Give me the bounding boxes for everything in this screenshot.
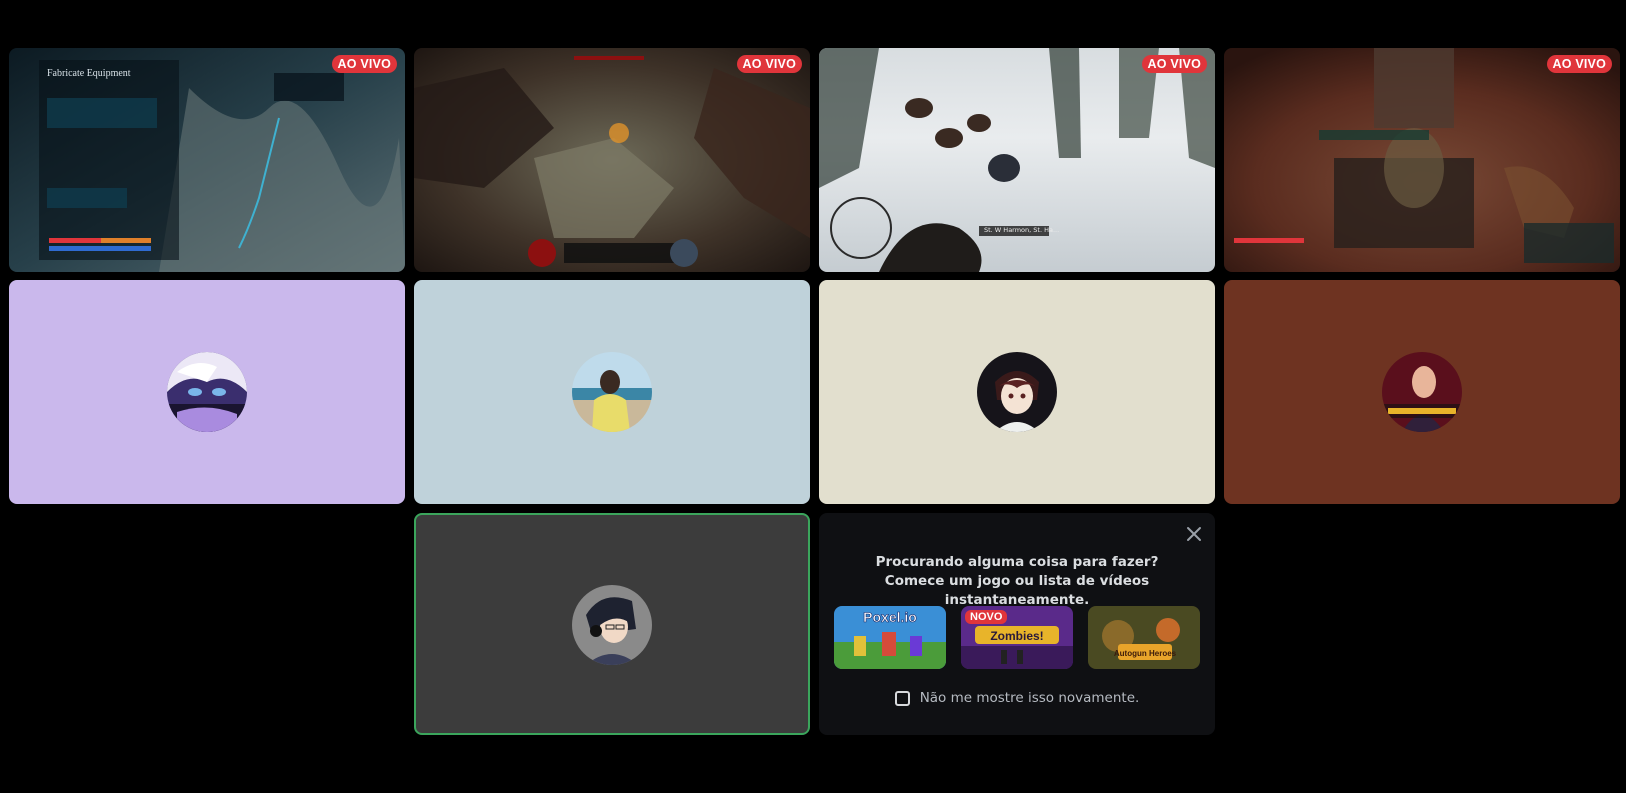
- game-logo-text: Poxel.io: [863, 609, 917, 625]
- avatar: [977, 352, 1057, 432]
- game-list: Poxel.io Zombies! NOVO Autogun Heroes: [834, 606, 1200, 669]
- checkbox-icon[interactable]: [894, 690, 910, 706]
- avatar: [572, 352, 652, 432]
- participant-tile-1[interactable]: [9, 280, 405, 504]
- stream-subtitle: St. W Harmon, St. Ha...: [984, 226, 1060, 234]
- dont-show-again-row[interactable]: Não me mostre isso novamente.: [819, 690, 1215, 706]
- stream-title-text: Fabricate Equipment: [47, 68, 131, 79]
- game-card-zombies[interactable]: Zombies! NOVO: [961, 606, 1073, 669]
- stream-preview-4: [1224, 48, 1620, 272]
- game-card-poxel[interactable]: Poxel.io: [834, 606, 946, 669]
- headline-line-1: Procurando alguma coisa para fazer?: [875, 554, 1159, 570]
- game-card-autogun-heroes[interactable]: Autogun Heroes: [1088, 606, 1200, 669]
- stream-tile-4[interactable]: AO VIVO: [1224, 48, 1620, 272]
- participant-tile-2[interactable]: [414, 280, 810, 504]
- avatar: [1382, 352, 1462, 432]
- participant-tile-4[interactable]: [1224, 280, 1620, 504]
- dont-show-again-label: Não me mostre isso novamente.: [919, 690, 1140, 706]
- participant-tile-3[interactable]: [819, 280, 1215, 504]
- headline-line-2: Comece um jogo ou lista de vídeos instan…: [884, 573, 1150, 608]
- self-participant-tile[interactable]: [414, 513, 810, 735]
- avatar: [167, 352, 247, 432]
- activity-suggestion-panel: Procurando alguma coisa para fazer? Come…: [819, 513, 1215, 735]
- live-badge: AO VIVO: [1141, 55, 1207, 73]
- new-badge: NOVO: [965, 610, 1008, 624]
- activity-headline: Procurando alguma coisa para fazer? Come…: [819, 553, 1215, 610]
- avatar: [572, 585, 652, 665]
- stream-tile-1[interactable]: Fabricate Equipment AO VIVO: [9, 48, 405, 272]
- live-badge: AO VIVO: [1546, 55, 1612, 73]
- stream-tile-3[interactable]: St. W Harmon, St. Ha... AO VIVO: [819, 48, 1215, 272]
- live-badge: AO VIVO: [331, 55, 397, 73]
- game-logo-text: Zombies!: [990, 629, 1043, 643]
- stream-tile-2[interactable]: AO VIVO: [414, 48, 810, 272]
- stream-preview-1: [9, 48, 405, 272]
- live-badge: AO VIVO: [736, 55, 802, 73]
- game-logo-text: Autogun Heroes: [1114, 649, 1177, 658]
- stream-preview-3: [819, 48, 1215, 272]
- stream-preview-2: [414, 48, 810, 272]
- close-icon[interactable]: [1183, 523, 1205, 545]
